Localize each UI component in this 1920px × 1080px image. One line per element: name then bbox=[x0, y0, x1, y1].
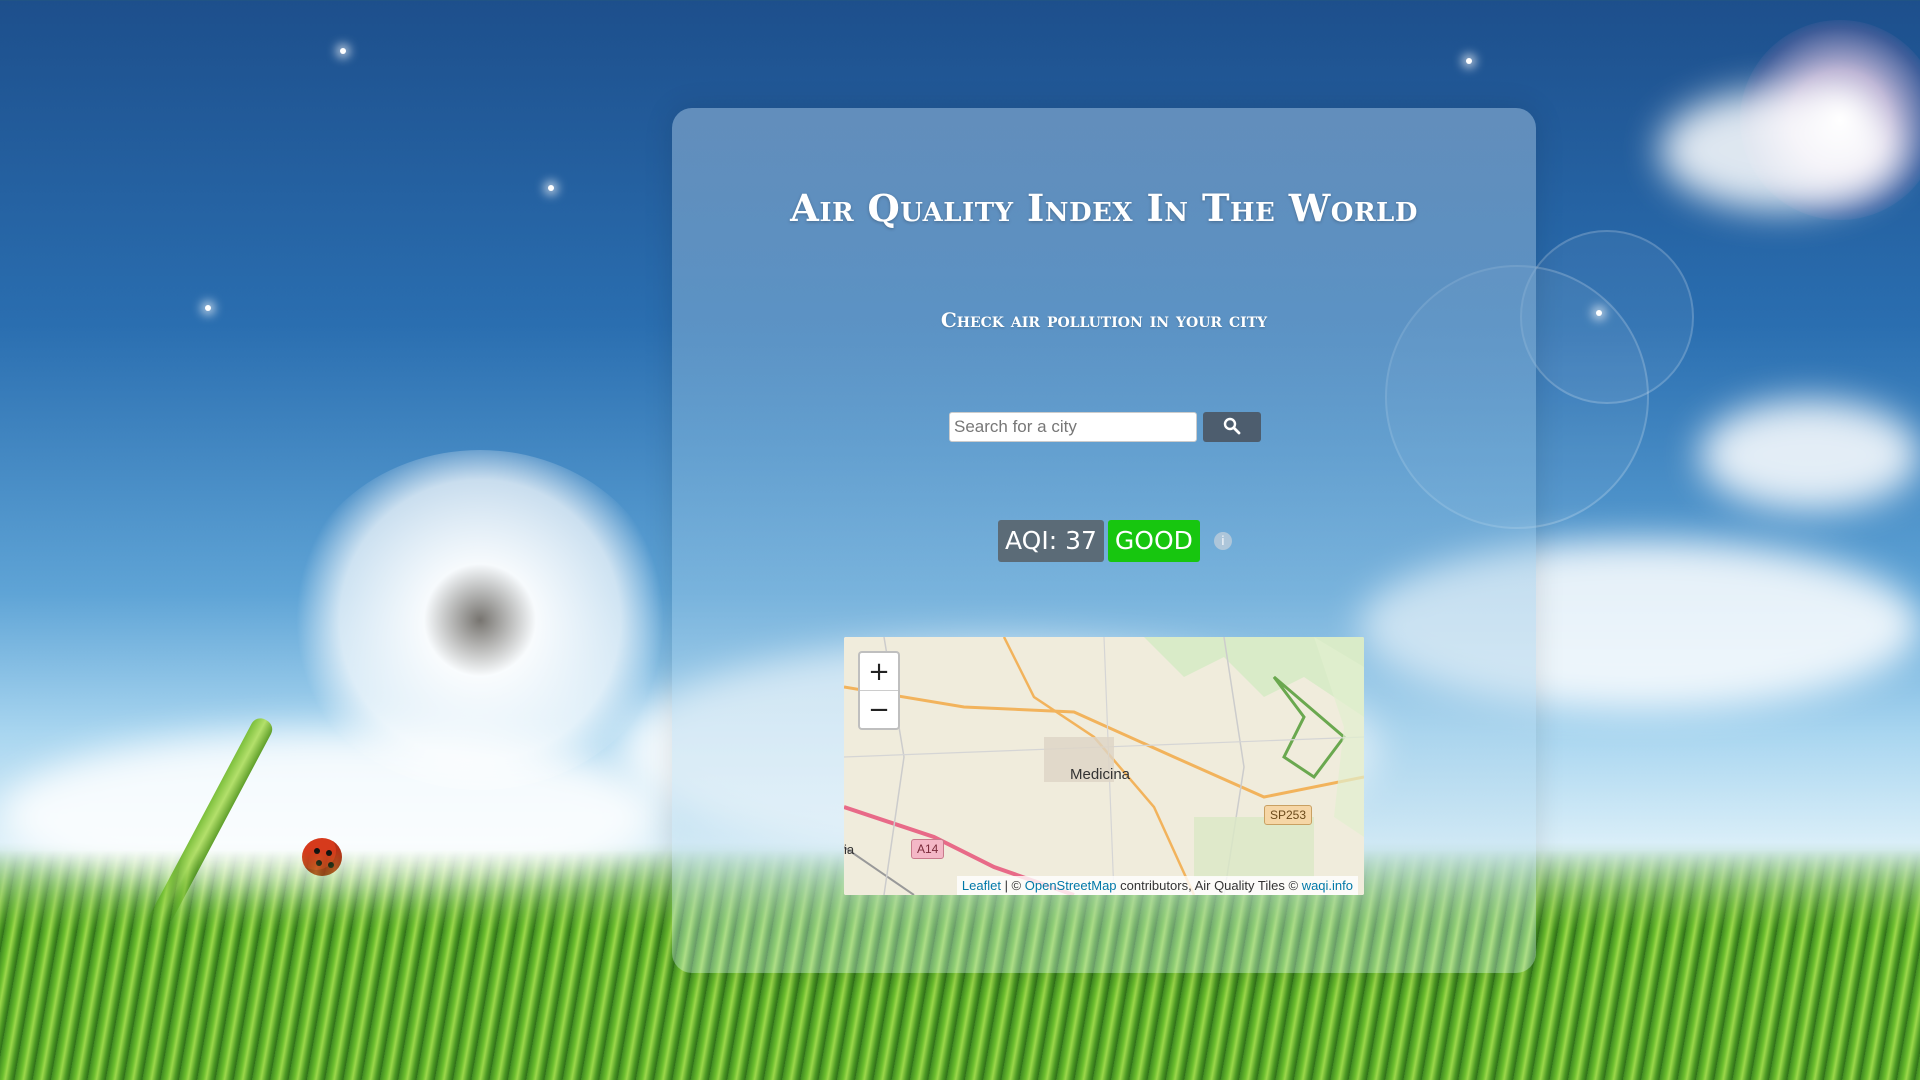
info-icon[interactable]: i bbox=[1213, 532, 1232, 550]
attribution-separator: | © bbox=[1000, 878, 1025, 893]
search-icon bbox=[1223, 417, 1241, 438]
map-edge-label: ia bbox=[844, 842, 855, 857]
aqi-value: AQI: 37 bbox=[998, 520, 1104, 562]
openstreetmap-link[interactable]: OpenStreetMap bbox=[1025, 878, 1117, 893]
sparkle bbox=[1596, 310, 1602, 316]
zoom-in-button[interactable]: + bbox=[860, 653, 898, 690]
cloud bbox=[1660, 90, 1900, 210]
zoom-control: + − bbox=[858, 651, 900, 730]
aqi-display: AQI: 37 GOOD i bbox=[998, 520, 1232, 562]
map[interactable]: + − Medicina A14 SP253 ia Leaflet | © Op… bbox=[844, 637, 1364, 895]
map-attribution: Leaflet | © OpenStreetMap contributors, … bbox=[956, 876, 1358, 895]
leaflet-link[interactable]: Leaflet bbox=[962, 878, 1001, 893]
search-button[interactable] bbox=[1203, 412, 1261, 442]
search-input[interactable] bbox=[949, 412, 1197, 442]
sparkle bbox=[340, 48, 346, 54]
lens-flare bbox=[1520, 230, 1694, 404]
sparkle bbox=[1466, 58, 1472, 64]
road-label-a14: A14 bbox=[911, 839, 945, 859]
page-subtitle: Check air pollution in your city bbox=[940, 308, 1268, 332]
aqi-level-badge: GOOD bbox=[1107, 520, 1200, 562]
cloud bbox=[1700, 400, 1920, 510]
main-card: Air Quality Index In The World Check air… bbox=[672, 108, 1536, 973]
waqi-link[interactable]: waqi.info bbox=[1302, 878, 1353, 893]
search-form bbox=[949, 412, 1261, 444]
sparkle bbox=[548, 185, 554, 191]
page-title: Air Quality Index In The World bbox=[790, 186, 1418, 230]
zoom-out-button[interactable]: − bbox=[860, 690, 898, 728]
attribution-text: contributors, Air Quality Tiles © bbox=[1116, 878, 1302, 893]
map-town-label: Medicina bbox=[1070, 766, 1131, 783]
dandelion-flower bbox=[290, 450, 670, 790]
road-label-sp253: SP253 bbox=[1264, 805, 1313, 825]
sparkle bbox=[205, 305, 211, 311]
